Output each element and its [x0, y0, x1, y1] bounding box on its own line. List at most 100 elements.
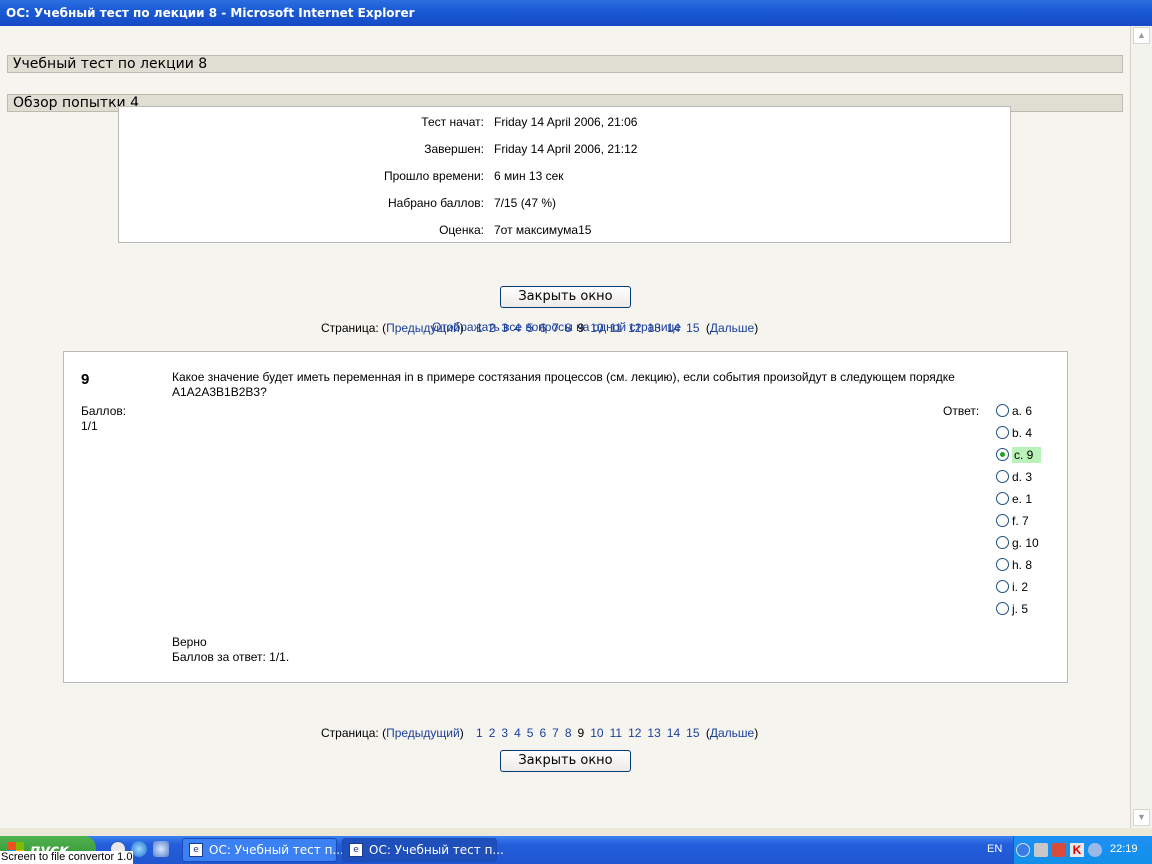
- page-link-2[interactable]: 2: [489, 726, 496, 740]
- page-link-11[interactable]: 11: [610, 726, 622, 740]
- option-label-correct: c. 9: [1012, 447, 1042, 463]
- question-feedback: Верно Баллов за ответ: 1/1.: [172, 635, 289, 665]
- scroll-up-button[interactable]: ▲: [1133, 27, 1150, 44]
- page-link-15[interactable]: 15: [686, 321, 699, 335]
- answer-option-e[interactable]: e. 1: [996, 490, 1032, 508]
- taskbar-window-1[interactable]: e ОС: Учебный тест п...: [182, 838, 344, 862]
- page-link-13[interactable]: 13: [647, 726, 660, 740]
- summary-row-time: Прошло времени: 6 мин 13 сек: [119, 168, 1012, 184]
- attempt-summary-table: Тест начат: Friday 14 April 2006, 21:06 …: [118, 106, 1011, 243]
- page-link-5[interactable]: 5: [527, 726, 534, 740]
- grade-value: 1/1: [81, 419, 98, 433]
- question-text: Какое значение будет иметь переменная in…: [172, 370, 955, 399]
- radio-button[interactable]: [996, 602, 1009, 616]
- screen-converter-label: Screen to file convertor 1.0: [0, 851, 134, 864]
- page-link-1[interactable]: 1: [476, 726, 483, 740]
- answer-option-i[interactable]: i. 2: [996, 578, 1028, 596]
- answer-option-c[interactable]: c. 9: [996, 446, 1042, 464]
- vertical-scrollbar[interactable]: ▲ ▼: [1130, 26, 1152, 828]
- answer-option-a[interactable]: a. 6: [996, 402, 1032, 420]
- page-link-12[interactable]: 12: [628, 726, 641, 740]
- pager-paren-close: ): [754, 321, 759, 335]
- summary-label: Набрано баллов:: [388, 196, 484, 210]
- verdict-text: Верно: [172, 635, 207, 649]
- clock: 22:19: [1110, 843, 1138, 855]
- pager-paren-close: ): [459, 726, 464, 740]
- summary-label: Прошло времени:: [383, 169, 484, 183]
- summary-value: 7/15 (47 %): [494, 196, 557, 210]
- antivirus-icon[interactable]: K: [1070, 843, 1084, 857]
- page-link-7[interactable]: 7: [552, 726, 559, 740]
- next-page-link[interactable]: Дальше: [710, 321, 754, 335]
- ie-page-icon: e: [189, 843, 203, 857]
- answer-option-f[interactable]: f. 7: [996, 512, 1029, 530]
- page-link-3[interactable]: 3: [501, 726, 508, 740]
- tray-expand-icon[interactable]: [1016, 843, 1030, 857]
- taskbar-window-title: ОС: Учебный тест п...: [209, 843, 344, 857]
- page-link-15[interactable]: 15: [686, 726, 699, 740]
- radio-button[interactable]: [996, 492, 1009, 506]
- summary-row-grade: Оценка: 7от максимума15: [119, 222, 1012, 238]
- tray-app-icon[interactable]: [1052, 843, 1066, 857]
- page-link-14[interactable]: 14: [667, 726, 680, 740]
- page-link-8[interactable]: 8: [565, 726, 572, 740]
- summary-value: Friday 14 April 2006, 21:06: [494, 115, 638, 129]
- window-title: ОС: Учебный тест по лекции 8 - Microsoft…: [0, 0, 1152, 26]
- option-label: d. 3: [1012, 470, 1033, 484]
- taskbar-window-2[interactable]: e ОС: Учебный тест п...: [342, 838, 504, 862]
- radio-button[interactable]: [996, 426, 1009, 440]
- radio-button[interactable]: [996, 536, 1009, 550]
- radio-button[interactable]: [996, 514, 1009, 528]
- radio-button[interactable]: [996, 558, 1009, 572]
- answer-option-h[interactable]: h. 8: [996, 556, 1032, 574]
- pager-label: Страница:: [321, 321, 379, 335]
- summary-label: Тест начат:: [421, 115, 484, 129]
- question-grade: Баллов: 1/1: [81, 404, 126, 434]
- answer-option-b[interactable]: b. 4: [996, 424, 1032, 442]
- grade-label: Баллов:: [81, 404, 127, 418]
- summary-label: Завершен:: [424, 142, 484, 156]
- close-window-button[interactable]: Закрыть окно: [500, 286, 631, 308]
- tray-utility-icon[interactable]: [1088, 843, 1102, 857]
- option-label: a. 6: [1012, 404, 1033, 418]
- option-label: f. 7: [1012, 514, 1029, 528]
- summary-row-started: Тест начат: Friday 14 April 2006, 21:06: [119, 114, 1012, 130]
- radio-button-selected[interactable]: [996, 448, 1009, 462]
- page-link-10[interactable]: 10: [590, 726, 603, 740]
- close-window-button-bottom[interactable]: Закрыть окно: [500, 750, 631, 772]
- option-label: b. 4: [1012, 426, 1033, 440]
- prev-page-link[interactable]: Предыдущий: [386, 726, 460, 740]
- option-label: j. 5: [1012, 602, 1029, 616]
- network-icon[interactable]: [1034, 843, 1048, 857]
- answer-label: Ответ:: [943, 404, 980, 418]
- summary-label: Оценка:: [439, 223, 484, 237]
- answer-option-j[interactable]: j. 5: [996, 600, 1028, 618]
- page-link-4[interactable]: 4: [514, 726, 521, 740]
- answer-option-d[interactable]: d. 3: [996, 468, 1032, 486]
- page-title: Учебный тест по лекции 8: [7, 55, 1123, 73]
- media-player-icon[interactable]: [153, 841, 169, 857]
- radio-button[interactable]: [996, 580, 1009, 594]
- page-link-6[interactable]: 6: [539, 726, 546, 740]
- radio-button[interactable]: [996, 404, 1009, 418]
- option-label: h. 8: [1012, 558, 1033, 572]
- page-navigation-bottom: Страница: (Предыдущий) 1 2 3 4 5 6 7 8 9 10 11 12 13…: [321, 725, 758, 741]
- taskbar: [0, 836, 1152, 864]
- answer-option-g[interactable]: g. 10: [996, 534, 1039, 552]
- taskbar-window-title: ОС: Учебный тест п...: [369, 843, 504, 857]
- scroll-down-button[interactable]: ▼: [1133, 809, 1150, 826]
- question-number: 9: [81, 371, 90, 388]
- summary-value: 7от максимума15: [494, 223, 592, 237]
- radio-button[interactable]: [996, 470, 1009, 484]
- question-card: 9 Баллов: 1/1 Какое значение будет иметь…: [63, 351, 1068, 683]
- ie-page-icon: e: [349, 843, 363, 857]
- option-label: i. 2: [1012, 580, 1029, 594]
- pager-paren-close: ): [754, 726, 759, 740]
- summary-value: Friday 14 April 2006, 21:12: [494, 142, 638, 156]
- next-page-link[interactable]: Дальше: [710, 726, 754, 740]
- show-all-questions-link[interactable]: Отображать все вопросы на одной странице: [432, 320, 681, 334]
- language-indicator[interactable]: EN: [987, 843, 1002, 855]
- summary-row-finished: Завершен: Friday 14 April 2006, 21:12: [119, 141, 1012, 157]
- page-current: 9: [577, 726, 585, 740]
- pager-label: Страница:: [321, 726, 379, 740]
